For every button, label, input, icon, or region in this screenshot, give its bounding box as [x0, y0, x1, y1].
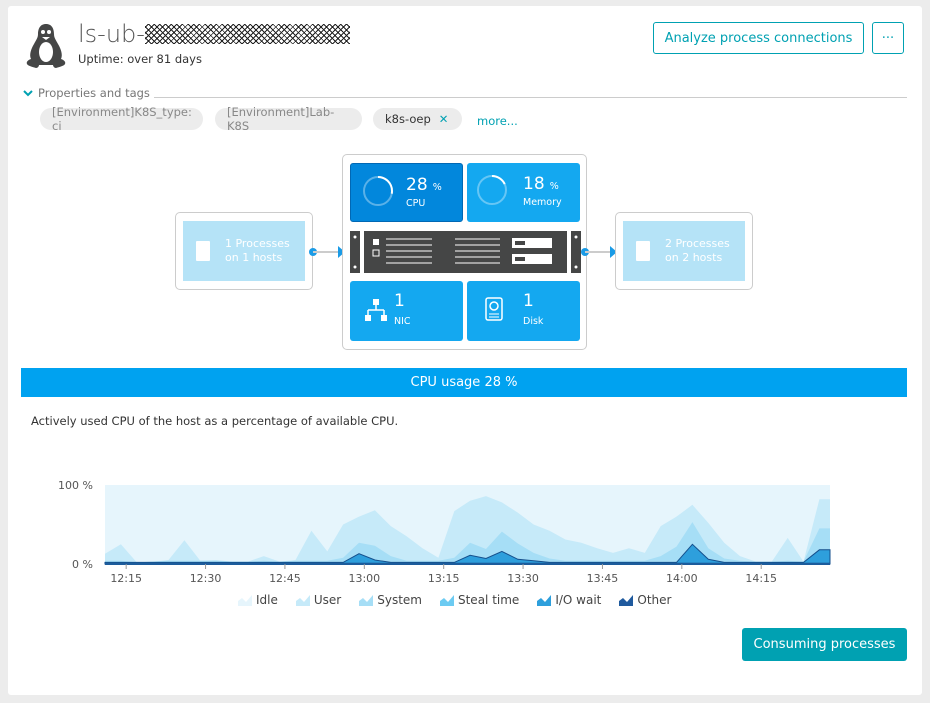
x-tick-label: 13:00: [348, 572, 380, 585]
legend-label: I/O wait: [555, 593, 602, 607]
nic-tile[interactable]: 1 NIC: [350, 281, 463, 341]
y-tick-label: 100 %: [58, 479, 93, 492]
network-icon: [365, 299, 387, 321]
x-tick-label: 12:15: [110, 572, 142, 585]
consuming-processes-button[interactable]: Consuming processes: [742, 628, 907, 661]
legend-item[interactable]: Idle: [238, 593, 278, 607]
outgoing-processes-tile: 2 Processes on 2 hosts: [623, 221, 745, 281]
x-tick-label: 12:30: [190, 572, 222, 585]
legend-label: Steal time: [457, 593, 520, 607]
outgoing-connector: [581, 246, 617, 258]
analyze-process-connections-button[interactable]: Analyze process connections: [653, 22, 864, 54]
host-title: ls-ub-: [78, 20, 350, 48]
more-actions-button[interactable]: ···: [872, 22, 904, 54]
legend-label: User: [313, 593, 342, 607]
legend-item[interactable]: Steal time: [439, 593, 520, 607]
tag-removable[interactable]: k8s-oep ✕: [373, 108, 462, 130]
disk-icon: [485, 297, 503, 321]
x-tick-label: 14:15: [745, 572, 777, 585]
outgoing-line1: 2 Processes: [665, 237, 730, 250]
x-tick-label: 13:15: [428, 572, 460, 585]
area-chart-icon: [295, 594, 310, 606]
legend-label: Idle: [256, 593, 278, 607]
server-icon: [636, 241, 650, 261]
legend-item[interactable]: Other: [619, 593, 671, 607]
disk-tile[interactable]: 1 Disk: [467, 281, 580, 341]
close-icon[interactable]: ✕: [439, 112, 449, 126]
area-chart-icon: [537, 594, 552, 606]
host-card: ls-ub- Uptime: over 81 days Analyze proc…: [8, 6, 922, 695]
incoming-processes-box[interactable]: 1 Processes on 1 hosts: [175, 212, 313, 290]
legend-label: System: [377, 593, 422, 607]
chart-description: Actively used CPU of the host as a perce…: [31, 414, 399, 428]
x-tick-label: 14:00: [666, 572, 698, 585]
host-box: 28 % CPU 18 % Memory 1 NIC 1 Disk: [342, 154, 587, 350]
incoming-processes-tile: 1 Processes on 1 hosts: [183, 221, 305, 281]
cpu-gauge: [363, 176, 393, 206]
cpu-usage-chart[interactable]: 100 % 0 % 12:15 12:30 12:45 13:00 13:15 13:30 13…: [8, 466, 922, 586]
cpu-tile[interactable]: 28 % CPU: [350, 163, 463, 222]
redacted-hostname: [144, 24, 350, 44]
area-chart-icon: [238, 594, 252, 606]
y-tick-label: 0 %: [72, 558, 93, 571]
server-icon: [196, 241, 210, 261]
chart-legend: Idle User System Steal time I/O wait Other: [238, 593, 671, 607]
outgoing-processes-box[interactable]: 2 Processes on 2 hosts: [615, 212, 753, 290]
incoming-line2: on 1 hosts: [225, 251, 283, 264]
legend-item[interactable]: User: [295, 593, 342, 607]
properties-toggle[interactable]: Properties and tags: [22, 86, 907, 100]
x-tick-label: 12:45: [269, 572, 301, 585]
cpu-usage-banner: CPU usage 28 %: [21, 368, 907, 397]
outgoing-line2: on 2 hosts: [665, 251, 723, 264]
area-chart-icon: [439, 594, 454, 606]
incoming-line1: 1 Processes: [225, 237, 290, 250]
memory-gauge: [477, 175, 507, 205]
divider: [153, 96, 907, 98]
chevron-down-icon: [23, 90, 33, 97]
memory-tile[interactable]: 18 % Memory: [467, 163, 580, 222]
area-chart-icon: [619, 594, 634, 606]
more-tags-link[interactable]: more...: [477, 114, 518, 128]
x-tick-label: 13:30: [507, 572, 539, 585]
legend-item[interactable]: I/O wait: [537, 593, 601, 607]
legend-item[interactable]: System: [359, 593, 422, 607]
linux-tux-icon: [26, 24, 66, 68]
area-chart-icon: [359, 594, 374, 606]
properties-label: Properties and tags: [38, 86, 150, 100]
x-tick-label: 13:45: [587, 572, 619, 585]
uptime: Uptime: over 81 days: [78, 52, 202, 66]
tag[interactable]: [Environment]K8S_type: ci: [40, 105, 203, 133]
tag[interactable]: [Environment]Lab-K8S: [215, 105, 362, 133]
server-rack-icon: [350, 231, 581, 273]
legend-label: Other: [637, 593, 672, 607]
